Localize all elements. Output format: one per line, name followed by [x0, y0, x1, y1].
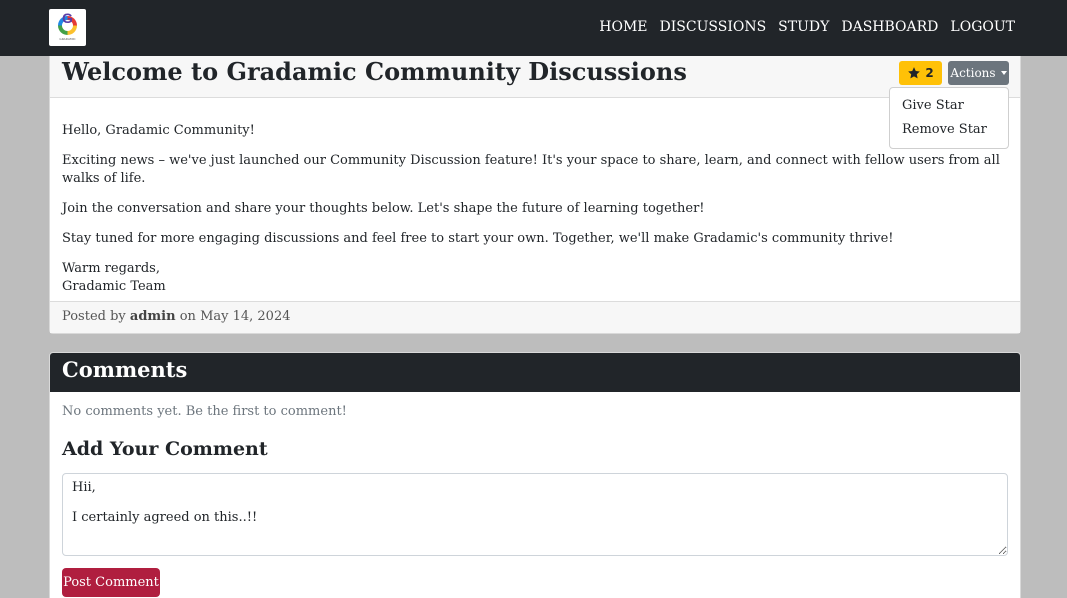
post-date: May 14, 2024 [200, 309, 291, 324]
top-navbar: G GRADAMIC HOME DISCUSSIONS STUDY DASHBO… [0, 0, 1067, 56]
nav-discussions-link[interactable]: DISCUSSIONS [660, 19, 767, 35]
post-title: Welcome to Gradamic Community Discussion… [62, 57, 687, 86]
comments-header: Comments [50, 353, 1020, 392]
add-comment-title: Add Your Comment [62, 438, 268, 460]
post-header: Welcome to Gradamic Community Discussion… [50, 56, 1020, 149]
discussion-post-card: Welcome to Gradamic Community Discussion… [49, 56, 1021, 334]
give-star-menu-item[interactable]: Give Star [890, 97, 1008, 121]
post-paragraph: Stay tuned for more engaging discussions… [62, 231, 894, 246]
star-count-button[interactable]: 2 [899, 61, 942, 85]
post-comment-button[interactable]: Post Comment [62, 568, 160, 597]
comments-card: Comments No comments yet. Be the first t… [49, 352, 1021, 598]
nav-dashboard-link[interactable]: DASHBOARD [841, 19, 938, 35]
signoff-team: Gradamic Team [62, 279, 166, 294]
nav-study-link[interactable]: STUDY [778, 19, 829, 35]
actions-dropdown-menu: Give Star Remove Star [889, 87, 1009, 149]
gradamic-logo[interactable]: G GRADAMIC [49, 9, 86, 46]
actions-label: Actions [950, 66, 996, 80]
post-footer: Posted by admin on May 14, 2024 [50, 301, 1020, 333]
post-paragraph: Exciting news – we've just launched our … [62, 153, 1000, 186]
nav-logout-link[interactable]: LOGOUT [950, 19, 1015, 35]
no-comments-text: No comments yet. Be the first to comment… [62, 404, 347, 419]
posted-by-label: Posted by [62, 309, 126, 324]
signoff-line: Warm regards, [62, 261, 160, 276]
posted-on-label: on [179, 309, 196, 324]
actions-dropdown-button[interactable]: Actions [948, 61, 1009, 85]
post-paragraph: Join the conversation and share your tho… [62, 201, 705, 216]
nav-links: HOME DISCUSSIONS STUDY DASHBOARD LOGOUT [599, 19, 1015, 35]
post-author: admin [129, 309, 176, 324]
post-signoff: Warm regards, Gradamic Team [62, 260, 1002, 296]
nav-home-link[interactable]: HOME [599, 19, 647, 35]
caret-down-icon [1000, 71, 1007, 75]
post-body: Hello, Gradamic Community! Exciting news… [62, 122, 1002, 308]
logo-letter: G [62, 10, 73, 26]
remove-star-menu-item[interactable]: Remove Star [890, 121, 1008, 145]
star-icon [908, 67, 921, 79]
comment-textarea[interactable]: Hii, I certainly agreed on this..!! [62, 473, 1008, 556]
star-count: 2 [925, 66, 934, 80]
comments-title: Comments [62, 357, 188, 382]
logo-tagline: GRADAMIC [59, 37, 76, 41]
post-paragraph: Hello, Gradamic Community! [62, 123, 255, 138]
